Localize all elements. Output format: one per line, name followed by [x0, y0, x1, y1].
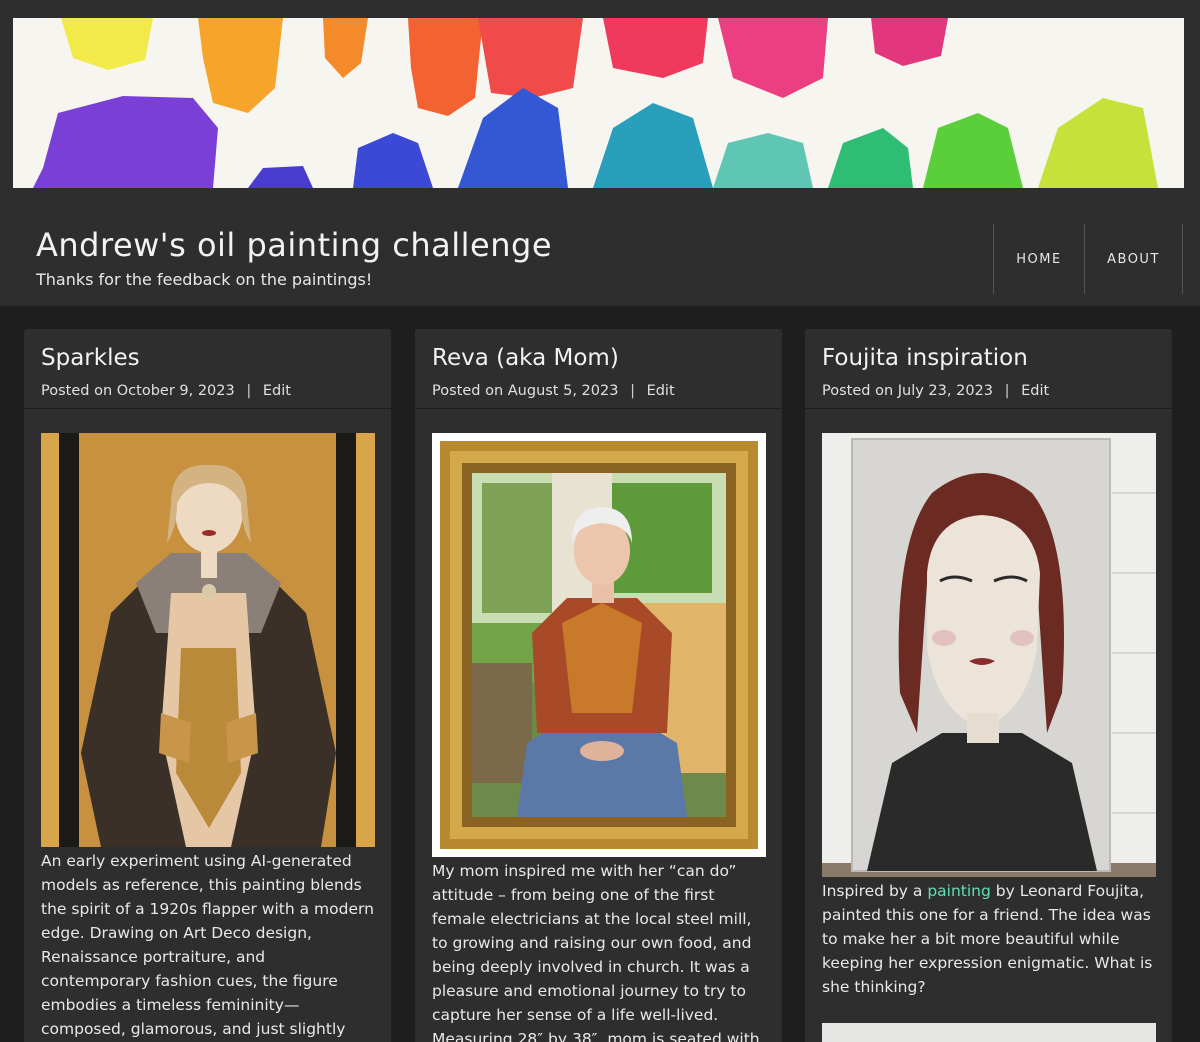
post-image-reva[interactable]	[432, 433, 766, 857]
post-body: My mom inspired me with her “can do” att…	[415, 409, 782, 1042]
post-meta: Posted on July 23, 2023 | Edit	[822, 383, 1155, 399]
post-body: An early experiment using AI-generated m…	[24, 409, 391, 1042]
meta-separator: |	[1004, 383, 1010, 399]
meta-separator: |	[630, 383, 635, 399]
edit-link[interactable]: Edit	[1021, 383, 1049, 399]
edit-link[interactable]: Edit	[263, 383, 291, 399]
nav-home-link[interactable]: HOME	[993, 224, 1084, 294]
post-body: Inspired by a painting by Leonard Foujit…	[805, 409, 1172, 1042]
post-header: Reva (aka Mom) Posted on August 5, 2023 …	[415, 329, 782, 409]
posted-on-label: Posted on	[822, 383, 894, 399]
posted-on-label: Posted on	[41, 383, 113, 399]
site-title[interactable]: Andrew's oil painting challenge	[36, 226, 552, 264]
site-description: Thanks for the feedback on the paintings…	[36, 270, 373, 289]
edit-link[interactable]: Edit	[647, 383, 675, 399]
main-navigation: HOME ABOUT	[993, 224, 1183, 294]
meta-separator: |	[246, 383, 252, 399]
post-meta: Posted on October 9, 2023 | Edit	[41, 383, 374, 399]
post-header: Sparkles Posted on October 9, 2023 | Edi…	[24, 329, 391, 409]
post-title[interactable]: Reva (aka Mom)	[432, 343, 765, 373]
post-date[interactable]: October 9, 2023	[117, 383, 235, 399]
excerpt-text-before: Inspired by a	[822, 882, 923, 900]
post-header: Foujita inspiration Posted on July 23, 2…	[805, 329, 1172, 409]
post-date[interactable]: July 23, 2023	[898, 383, 993, 399]
post-excerpt: Inspired by a painting by Leonard Foujit…	[822, 879, 1155, 999]
post-title[interactable]: Sparkles	[41, 343, 374, 373]
post-title[interactable]: Foujita inspiration	[822, 343, 1155, 373]
site-header: Andrew's oil painting challenge Thanks f…	[0, 0, 1200, 306]
post-excerpt: My mom inspired me with her “can do” att…	[432, 862, 760, 1042]
painting-link[interactable]: painting	[927, 882, 991, 900]
post-image-sparkles[interactable]	[41, 433, 375, 847]
posted-on-label: Posted on	[432, 383, 504, 399]
post-meta: Posted on August 5, 2023 | Edit	[432, 383, 765, 399]
header-banner-image[interactable]	[13, 18, 1184, 188]
post-card-sparkles: Sparkles Posted on October 9, 2023 | Edi…	[24, 329, 391, 1042]
post-excerpt: An early experiment using AI-generated m…	[41, 852, 374, 1038]
post-card-reva: Reva (aka Mom) Posted on August 5, 2023 …	[415, 329, 782, 1042]
post-image-foujita[interactable]	[822, 433, 1156, 877]
nav-about-link[interactable]: ABOUT	[1084, 224, 1183, 294]
post-image-next[interactable]	[822, 1023, 1156, 1042]
post-card-foujita: Foujita inspiration Posted on July 23, 2…	[805, 329, 1172, 1042]
post-date[interactable]: August 5, 2023	[508, 383, 619, 399]
